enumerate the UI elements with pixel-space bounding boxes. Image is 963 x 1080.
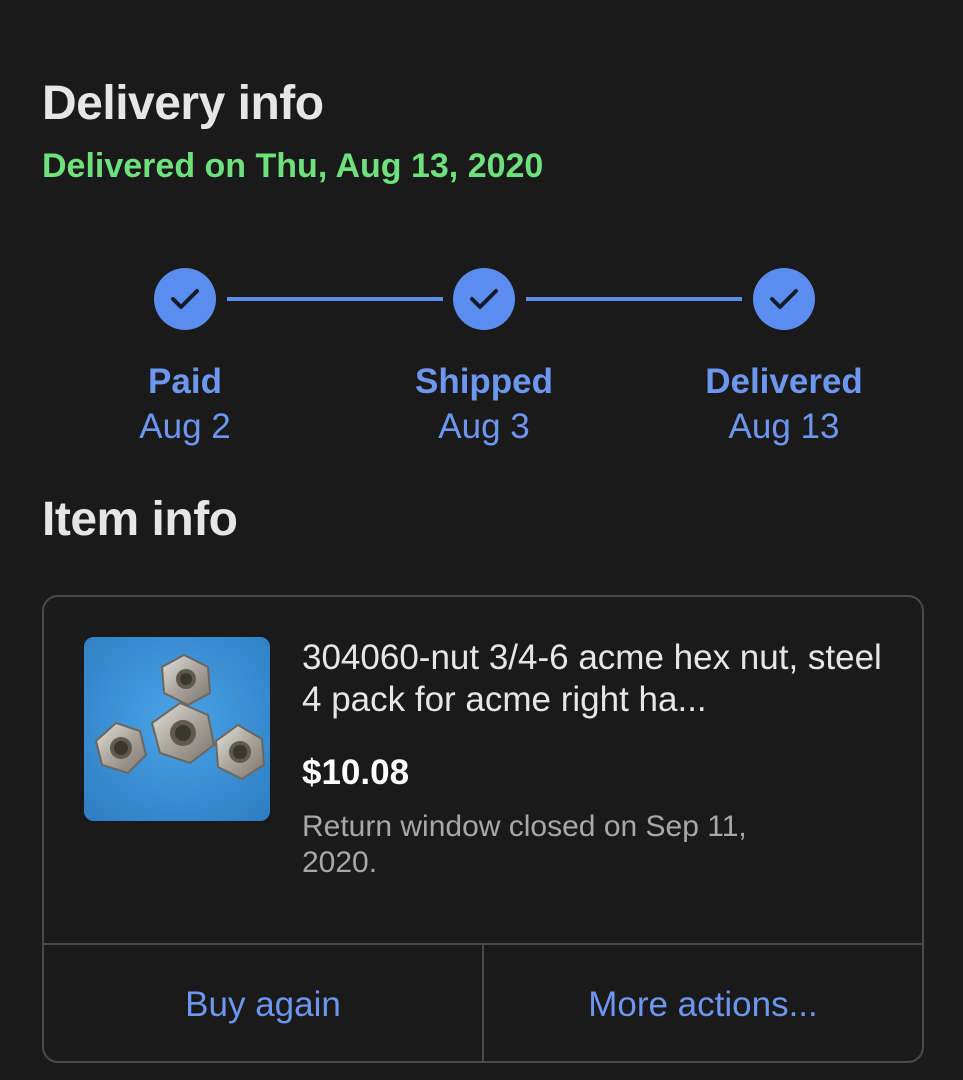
progress-line-paid-shipped [227,297,443,301]
return-window-status: Return window closed on Sep 11, 2020. [302,810,747,879]
delivery-info-heading: Delivery info [42,77,324,130]
item-title-link[interactable]: 304060-nut 3/4-6 acme hex nut, steel 4 p… [302,637,902,721]
progress-line-shipped-delivered [526,297,742,301]
item-thumbnail-image[interactable] [84,637,270,821]
step-shipped-label: Shipped [414,362,554,401]
more-actions-button[interactable]: More actions... [482,945,922,1061]
buy-again-button[interactable]: Buy again [44,945,482,1061]
step-delivered-date: Aug 13 [728,407,840,446]
step-shipped-date: Aug 3 [438,407,530,446]
item-card: 304060-nut 3/4-6 acme hex nut, steel 4 p… [42,595,924,1063]
step-paid-label: Paid [148,362,222,401]
delivery-status-text: Delivered on Thu, Aug 13, 2020 [42,147,544,185]
item-price: $10.08 [302,753,410,792]
step-delivered-label: Delivered [705,362,863,401]
step-delivered-checkmark-icon [753,268,815,330]
step-paid-checkmark-icon [154,268,216,330]
item-actions-bar: Buy again More actions... [44,943,922,1061]
item-info-heading: Item info [42,493,238,546]
step-paid-date: Aug 2 [139,407,231,446]
delivery-progress-tracker: Paid Aug 2 Shipped Aug 3 Delivered Aug 1… [0,268,963,458]
step-shipped-checkmark-icon [453,268,515,330]
